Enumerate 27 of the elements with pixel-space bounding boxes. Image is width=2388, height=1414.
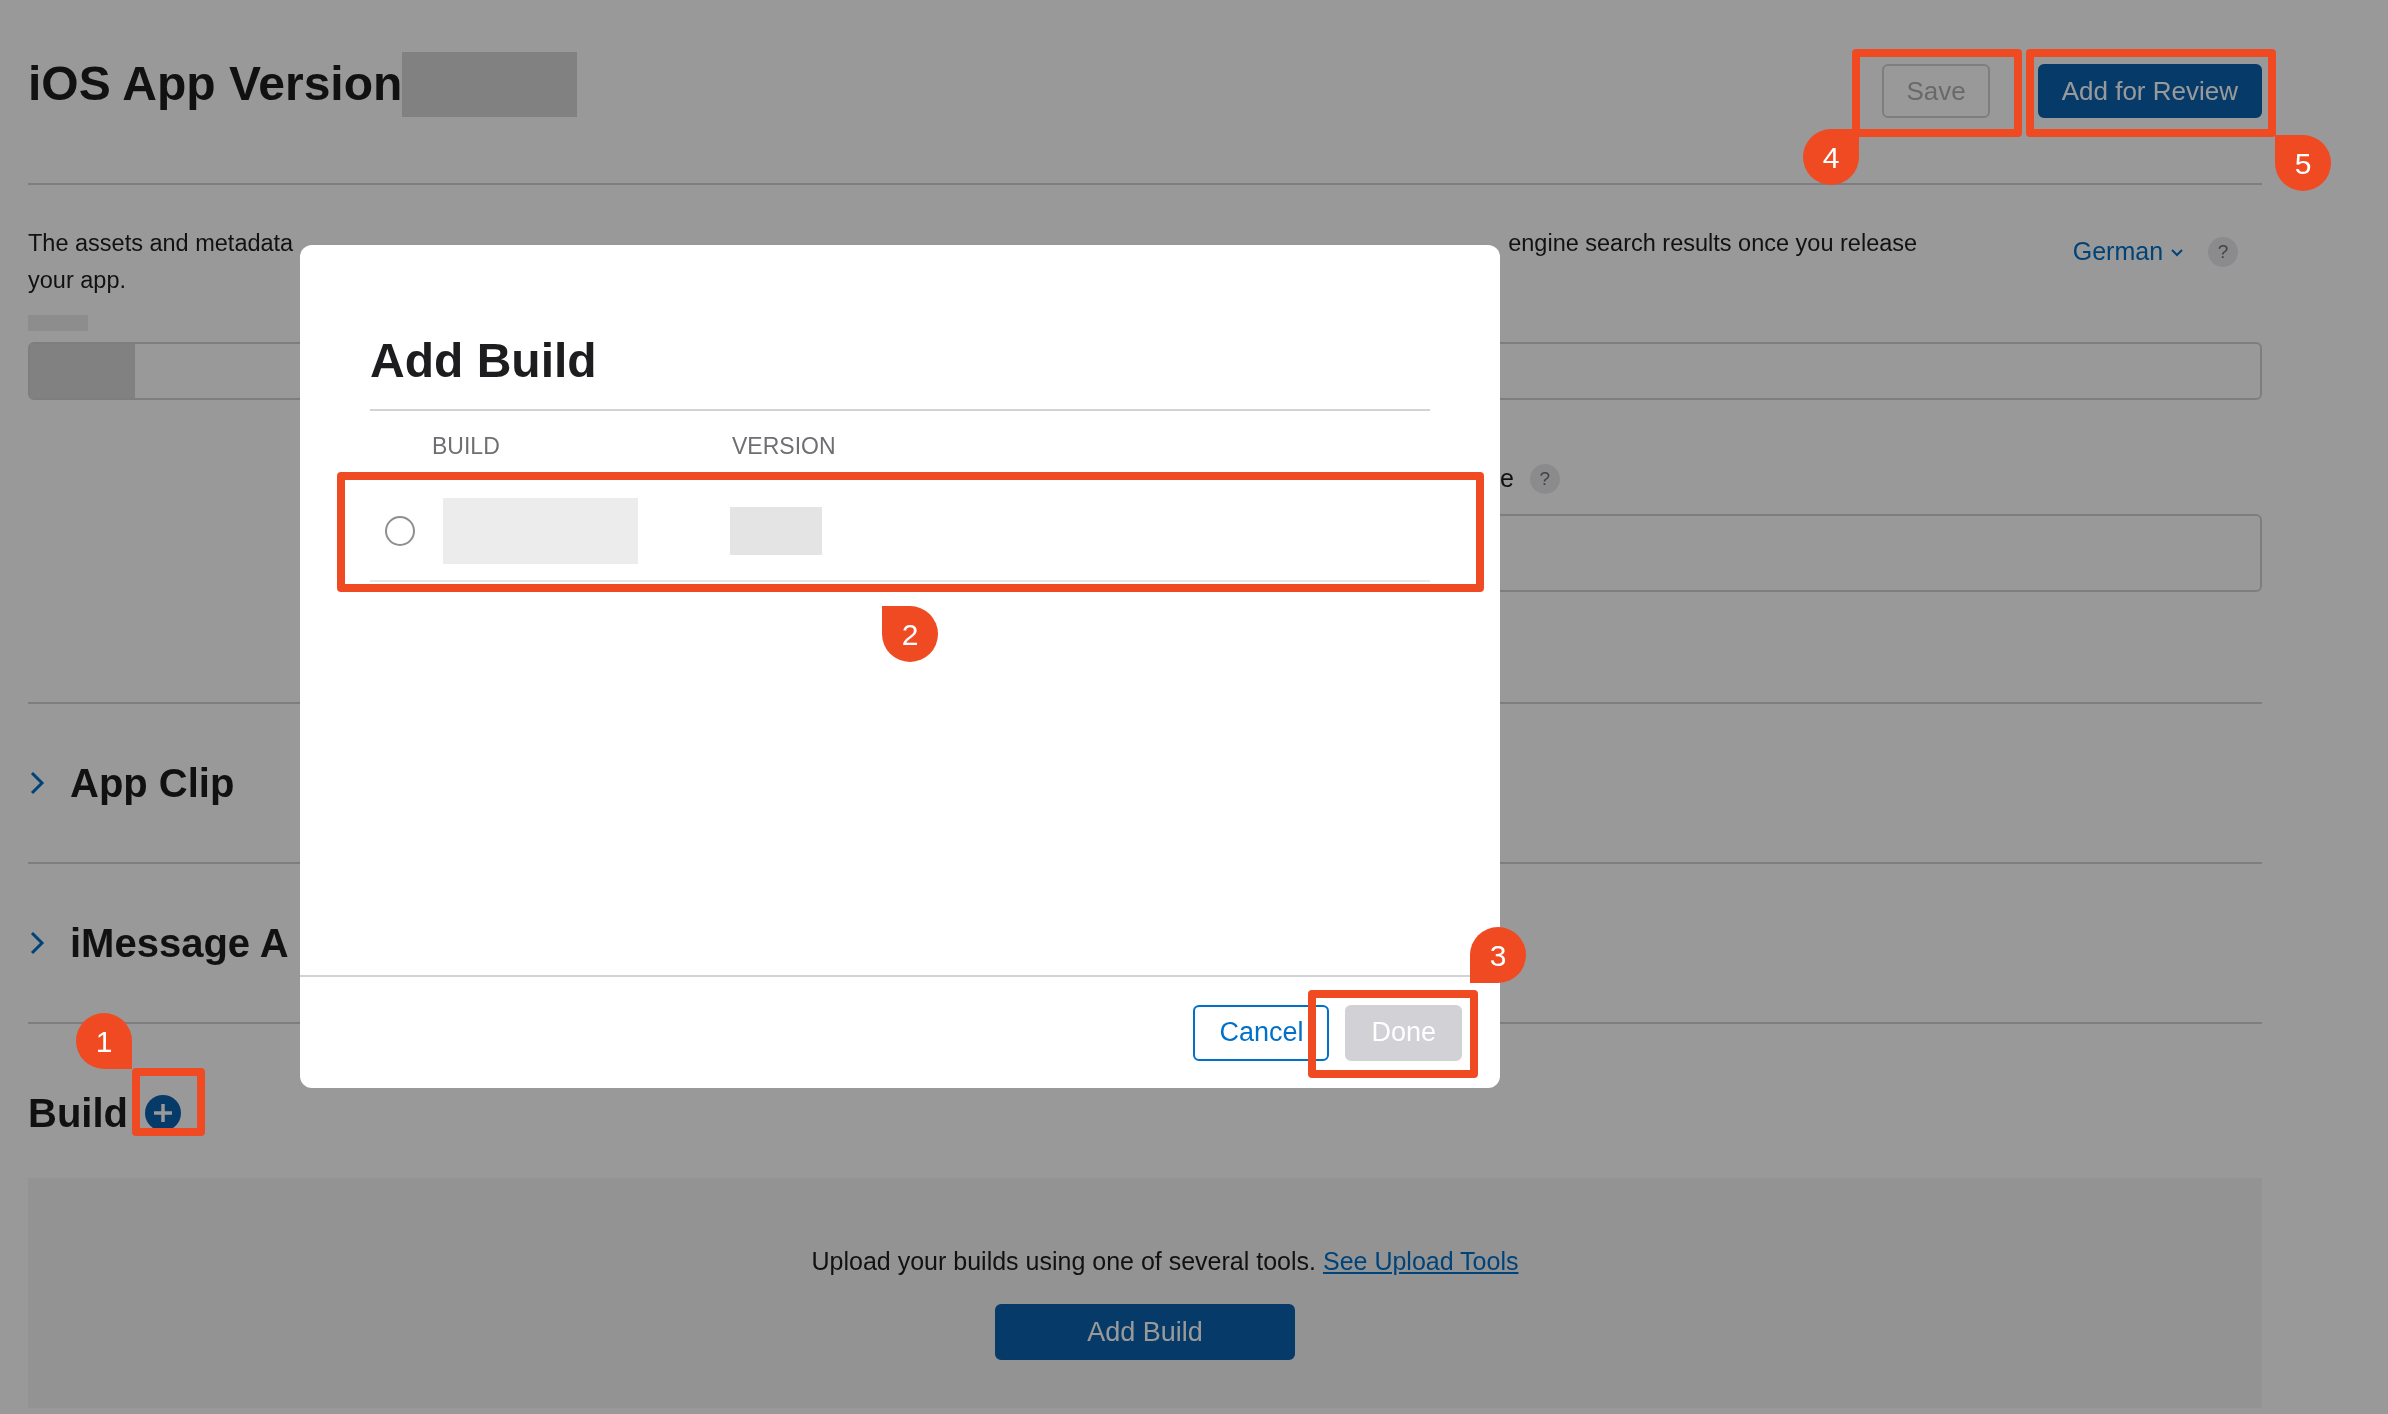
language-dropdown[interactable]: German bbox=[2072, 233, 2184, 271]
help-button[interactable]: ? bbox=[1529, 463, 1560, 494]
description-text: The assets and metadata bbox=[28, 229, 294, 258]
section-title[interactable]: iMessage A bbox=[70, 912, 289, 973]
callout-badge: 1 bbox=[76, 1013, 132, 1069]
add-for-review-button[interactable]: Add for Review bbox=[2037, 64, 2262, 118]
page-title: iOS App Version bbox=[28, 56, 403, 112]
help-button[interactable]: ? bbox=[2208, 236, 2238, 267]
add-build-button[interactable]: Add Build bbox=[995, 1304, 1295, 1360]
column-header: VERSION bbox=[732, 432, 836, 461]
description-text: engine search results once you release bbox=[1508, 229, 1918, 258]
callout-badge: 5 bbox=[2275, 135, 2331, 191]
section-title: Build bbox=[28, 1089, 128, 1137]
see-upload-tools-link[interactable]: See Upload Tools bbox=[1322, 1246, 1519, 1275]
callout-badge: 4 bbox=[1803, 129, 1859, 185]
field-label: e bbox=[1500, 463, 1514, 494]
description-text: your app. bbox=[28, 266, 127, 295]
chevron-right-icon[interactable] bbox=[28, 769, 46, 796]
upload-hint-text: Upload your builds using one of several tools. See Upload Tools bbox=[811, 1245, 1519, 1277]
radio-button[interactable] bbox=[385, 515, 415, 546]
dialog-title: Add Build bbox=[370, 325, 1430, 411]
callout-badge: 3 bbox=[1470, 927, 1526, 983]
section-title[interactable]: App Clip bbox=[70, 752, 235, 813]
cancel-button[interactable]: Cancel bbox=[1193, 1004, 1330, 1061]
column-header: BUILD bbox=[432, 432, 501, 461]
chevron-right-icon[interactable] bbox=[28, 929, 46, 956]
chevron-down-icon bbox=[2170, 248, 2184, 259]
